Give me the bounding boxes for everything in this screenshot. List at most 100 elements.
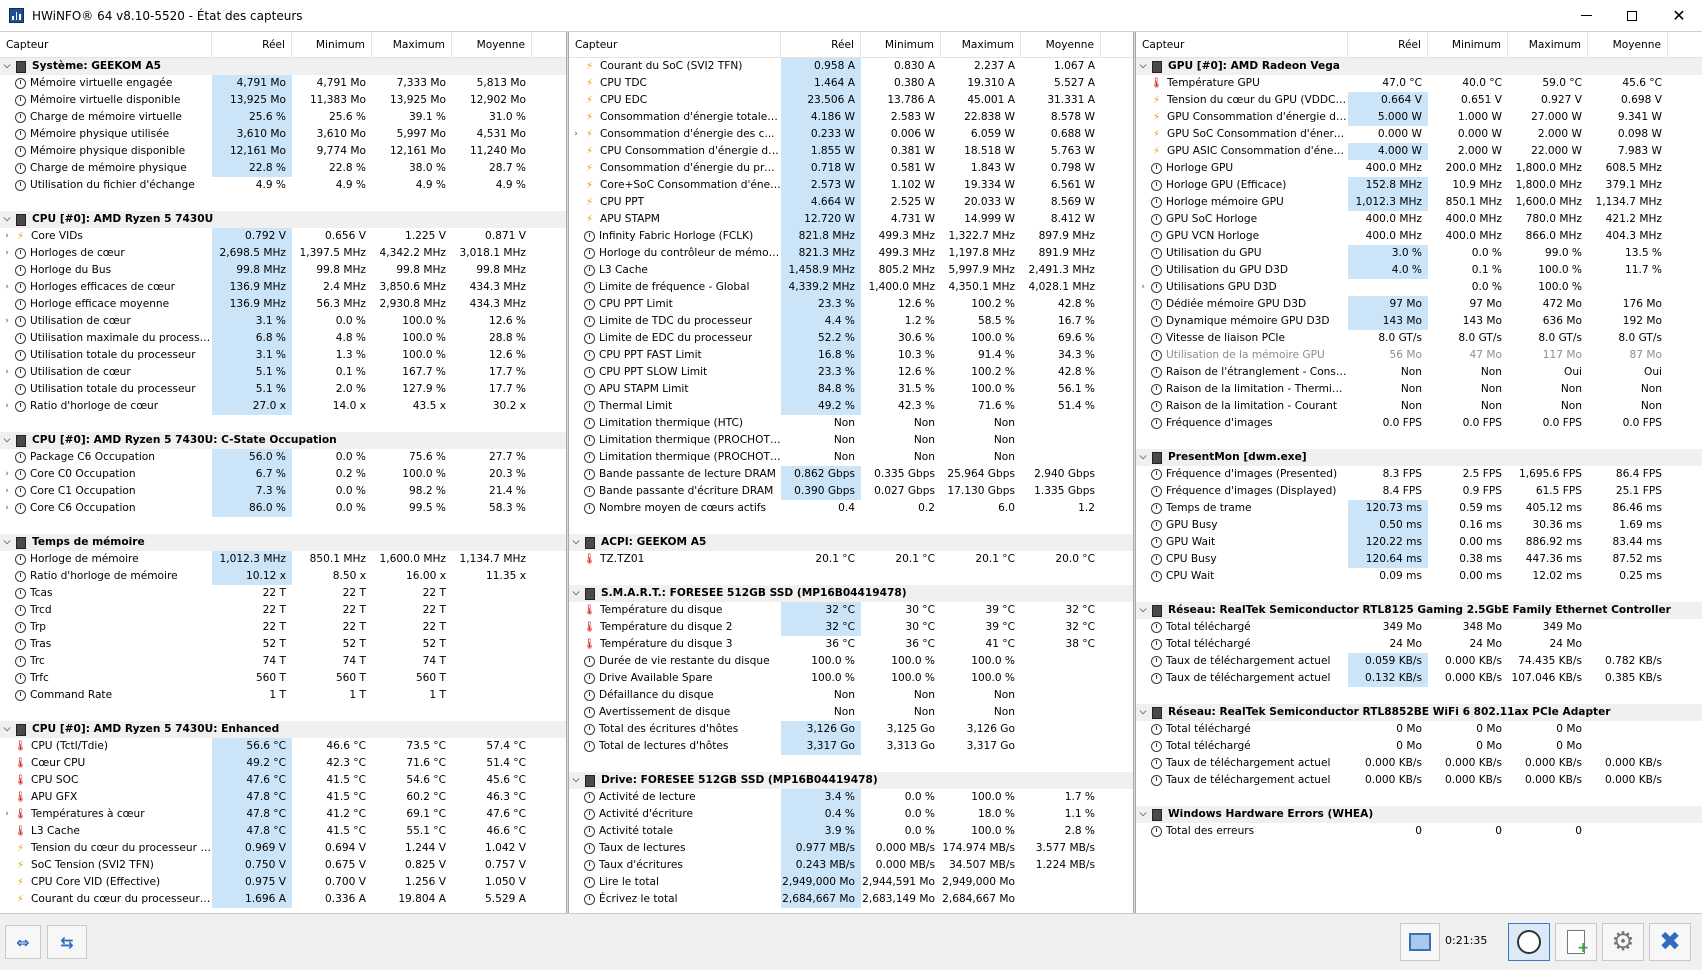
sensor-row[interactable]: ⚡ SoC Tension (SVI2 TFN) 0.750 V 0.675 V 0.8… xyxy=(0,857,566,874)
sensor-row[interactable]: Ratio d'horloge de mémoire 10.12 x 8.50 x 1… xyxy=(0,568,566,585)
sensor-row[interactable]: Horloge GPU 400.0 MHz 200.0 MHz 1,800.0 MHz… xyxy=(1136,160,1702,177)
sensor-row[interactable]: CPU PPT FAST Limit 16.8 % 10.3 % 91.4 % 34.3… xyxy=(569,347,1133,364)
sensor-group-header[interactable]: ⌵ Réseau: RealTek Semiconductor RTL8852BE… xyxy=(1136,704,1702,721)
sensor-row[interactable]: Horloge du Bus 99.8 MHz 99.8 MHz 99.8 MHz 99… xyxy=(0,262,566,279)
sensor-row[interactable]: › ⚡ Core VIDs 0.792 V 0.656 V 1.225 V 0.871 V xyxy=(0,228,566,245)
sensor-row[interactable]: Taux de téléchargement actuel 0.000 KB/s 0… xyxy=(1136,772,1702,789)
column-header-current[interactable]: Réel xyxy=(1348,32,1428,58)
sensor-row[interactable]: Taux de téléchargement actuel 0.132 KB/s 0… xyxy=(1136,670,1702,687)
sensor-row[interactable]: › Core C0 Occupation 6.7 % 0.2 % 100.0 % 20.3… xyxy=(0,466,566,483)
sensor-row[interactable]: Mémoire physique disponible 12,161 Mo 9,77… xyxy=(0,143,566,160)
sensor-row[interactable]: Charge de mémoire physique 22.8 % 22.8 % 38… xyxy=(0,160,566,177)
close-sensors-button[interactable]: ✖ xyxy=(1649,923,1691,961)
expand-chevron-icon[interactable]: › xyxy=(0,313,14,330)
sensor-row[interactable]: 🌡 CPU (Tctl/Tdie) 56.6 °C 46.6 °C 73.5 °C 57.… xyxy=(0,738,566,755)
sensor-row[interactable]: Infinity Fabric Horloge (FCLK) 821.8 MHz 4… xyxy=(569,228,1133,245)
expand-chevron-icon[interactable]: › xyxy=(0,483,14,500)
sensor-group-header[interactable]: ⌵ CPU [#0]: AMD Ryzen 5 7430U xyxy=(0,211,566,228)
sensor-row[interactable]: Raison de l'étranglement - Consom... Non N… xyxy=(1136,364,1702,381)
sensor-row[interactable]: Utilisation de la mémoire GPU 56 Mo 47 Mo 1… xyxy=(1136,347,1702,364)
sensor-row[interactable]: › Utilisation de cœur 3.1 % 0.0 % 100.0 % 12.… xyxy=(0,313,566,330)
sensor-row[interactable]: L3 Cache 1,458.9 MHz 805.2 MHz 5,997.9 MHz 2… xyxy=(569,262,1133,279)
sensor-row[interactable]: ⚡ Tension du cœur du processeur (... 0.969… xyxy=(0,840,566,857)
expand-chevron-icon[interactable]: › xyxy=(0,279,14,296)
sensor-row[interactable]: ⚡ Courant du SoC (SVI2 TFN) 0.958 A 0.830 A… xyxy=(569,58,1133,75)
sensor-group-header[interactable]: ⌵ Windows Hardware Errors (WHEA) xyxy=(1136,806,1702,823)
sensor-row[interactable]: › Horloges efficaces de cœur 136.9 MHz 2.4 … xyxy=(0,279,566,296)
sensor-group-header[interactable]: ⌵ CPU [#0]: AMD Ryzen 5 7430U: C-State Oc… xyxy=(0,432,566,449)
sensor-row[interactable]: Raison de la limitation - Thermique Non No… xyxy=(1136,381,1702,398)
logging-button[interactable]: + xyxy=(1555,923,1597,961)
sensor-row[interactable]: › ⚡ Consommation d'énergie des c... 0.233 W… xyxy=(569,126,1133,143)
sensor-group-header[interactable]: ⌵ S.M.A.R.T.: FORESEE 512GB SSD (MP16B044… xyxy=(569,585,1133,602)
sensor-row[interactable]: Limite de TDC du processeur 4.4 % 1.2 % 58.… xyxy=(569,313,1133,330)
sensor-row[interactable]: 🌡 Température du disque 2 32 °C 30 °C 39 °C 3… xyxy=(569,619,1133,636)
sensor-row[interactable]: Utilisation du GPU 3.0 % 0.0 % 99.0 % 13.5 % xyxy=(1136,245,1702,262)
minimize-button[interactable] xyxy=(1563,0,1609,31)
sensor-row[interactable]: ⚡ Consommation d'énergie totale d... 4.186… xyxy=(569,109,1133,126)
network-report-button[interactable] xyxy=(1400,923,1440,961)
sensor-row[interactable]: Raison de la limitation - Courant Non Non N… xyxy=(1136,398,1702,415)
sensor-row[interactable]: ⚡ Courant du cœur du processeur (... 1.696… xyxy=(0,891,566,908)
sensor-row[interactable]: APU STAPM Limit 84.8 % 31.5 % 100.0 % 56.1 % xyxy=(569,381,1133,398)
sensor-row[interactable]: Package C6 Occupation 56.0 % 0.0 % 75.6 % 27… xyxy=(0,449,566,466)
sensor-row[interactable]: Bande passante d'écriture DRAM 0.390 Gbps… xyxy=(569,483,1133,500)
sensor-row[interactable]: Horloge de mémoire 1,012.3 MHz 850.1 MHz 1,… xyxy=(0,551,566,568)
column-header-avg[interactable]: Moyenne xyxy=(1588,32,1668,58)
collapse-chevron-icon[interactable]: ⌵ xyxy=(569,772,583,789)
column-header-max[interactable]: Maximum xyxy=(1508,32,1588,58)
sensor-row[interactable]: Tras 52 T 52 T 52 T xyxy=(0,636,566,653)
sensor-group-header[interactable]: ⌵ ACPI: GEEKOM A5 xyxy=(569,534,1133,551)
navigate-columns-button[interactable]: ⇆ xyxy=(47,925,87,959)
expand-chevron-icon[interactable]: › xyxy=(0,364,14,381)
column-header-sensor[interactable]: Capteur xyxy=(0,32,212,58)
expand-chevron-icon[interactable]: › xyxy=(0,245,14,262)
sensor-row[interactable]: Écrivez le total 2,684,667 Mo 2,683,149 Mo… xyxy=(569,891,1133,908)
sensor-row[interactable]: Horloge efficace moyenne 136.9 MHz 56.3 MH… xyxy=(0,296,566,313)
column-header-min[interactable]: Minimum xyxy=(292,32,372,58)
sensor-row[interactable]: ⚡ CPU Core VID (Effective) 0.975 V 0.700 V 1… xyxy=(0,874,566,891)
sensor-row[interactable]: › Core C6 Occupation 86.0 % 0.0 % 99.5 % 58.3… xyxy=(0,500,566,517)
sensor-row[interactable]: ⚡ CPU Consommation d'énergie du ... 1.855 … xyxy=(569,143,1133,160)
sensor-row[interactable]: CPU PPT SLOW Limit 23.3 % 12.6 % 100.2 % 42.… xyxy=(569,364,1133,381)
sensor-group-header[interactable]: ⌵ GPU [#0]: AMD Radeon Vega xyxy=(1136,58,1702,75)
sensor-row[interactable]: Lire le total 2,949,000 Mo 2,944,591 Mo 2,9… xyxy=(569,874,1133,891)
sensor-row[interactable]: Trc 74 T 74 T 74 T xyxy=(0,653,566,670)
sensor-row[interactable]: Total téléchargé 0 Mo 0 Mo 0 Mo xyxy=(1136,738,1702,755)
sensor-row[interactable]: › Utilisations GPU D3D 0.0 % 100.0 % xyxy=(1136,279,1702,296)
sensor-row[interactable]: ⚡ CPU EDC 23.506 A 13.786 A 45.001 A 31.331 A xyxy=(569,92,1133,109)
sensor-row[interactable]: Utilisation totale du processeur 5.1 % 2.0… xyxy=(0,381,566,398)
collapse-chevron-icon[interactable]: ⌵ xyxy=(1136,449,1150,466)
sensor-row[interactable]: Total des erreurs 0 0 0 xyxy=(1136,823,1702,840)
collapse-chevron-icon[interactable]: ⌵ xyxy=(0,432,14,449)
sensor-row[interactable]: ⚡ GPU ASIC Consommation d'énergie 4.000 W 2… xyxy=(1136,143,1702,160)
column-header-max[interactable]: Maximum xyxy=(941,32,1021,58)
sensor-row[interactable]: › Core C1 Occupation 7.3 % 0.0 % 98.2 % 21.4 … xyxy=(0,483,566,500)
column-header-sensor[interactable]: Capteur xyxy=(569,32,781,58)
sensor-group-header[interactable]: ⌵ Temps de mémoire xyxy=(0,534,566,551)
sensor-row[interactable]: 🌡 TZ.TZ01 20.1 °C 20.1 °C 20.1 °C 20.0 °C xyxy=(569,551,1133,568)
sensor-row[interactable]: Limitation thermique (PROCHOT ... Non Non N… xyxy=(569,432,1133,449)
column-header-sensor[interactable]: Capteur xyxy=(1136,32,1348,58)
settings-button[interactable]: ⚙ xyxy=(1602,923,1644,961)
sensor-row[interactable]: ⚡ GPU SoC Consommation d'énergie ... 0.000… xyxy=(1136,126,1702,143)
sensor-row[interactable]: Trp 22 T 22 T 22 T xyxy=(0,619,566,636)
sensor-row[interactable]: Fréquence d'images (Displayed) 8.4 FPS 0.9… xyxy=(1136,483,1702,500)
sensor-group-header[interactable]: ⌵ Drive: FORESEE 512GB SSD (MP16B04419478… xyxy=(569,772,1133,789)
column-header-avg[interactable]: Moyenne xyxy=(452,32,532,58)
sensor-row[interactable]: Drive Available Spare 100.0 % 100.0 % 100.0… xyxy=(569,670,1133,687)
expand-chevron-icon[interactable]: › xyxy=(1136,279,1150,296)
collapse-chevron-icon[interactable]: ⌵ xyxy=(569,534,583,551)
sensor-row[interactable]: ⚡ APU STAPM 12.720 W 4.731 W 14.999 W 8.412 W xyxy=(569,211,1133,228)
sensor-row[interactable]: Horloge mémoire GPU 1,012.3 MHz 850.1 MHz 1… xyxy=(1136,194,1702,211)
expand-chevron-icon[interactable]: › xyxy=(0,228,14,245)
sensor-group-header[interactable]: ⌵ Réseau: RealTek Semiconductor RTL8125 G… xyxy=(1136,602,1702,619)
timer-reset-button[interactable] xyxy=(1508,923,1550,961)
sensor-row[interactable]: 🌡 APU GFX 47.8 °C 41.5 °C 60.2 °C 46.3 °C xyxy=(0,789,566,806)
sensor-row[interactable]: Activité d'écriture 0.4 % 0.0 % 18.0 % 1.1 % xyxy=(569,806,1133,823)
sensor-row[interactable]: 🌡 Cœur CPU 49.2 °C 42.3 °C 71.6 °C 51.4 °C xyxy=(0,755,566,772)
sensor-row[interactable]: ⚡ Consommation d'énergie du proc... 0.718 … xyxy=(569,160,1133,177)
navigate-sensors-button[interactable]: ⇔ xyxy=(5,925,41,959)
sensor-row[interactable]: Avertissement de disque Non Non Non xyxy=(569,704,1133,721)
sensor-row[interactable]: Utilisation du fichier d'échange 4.9 % 4.9… xyxy=(0,177,566,194)
